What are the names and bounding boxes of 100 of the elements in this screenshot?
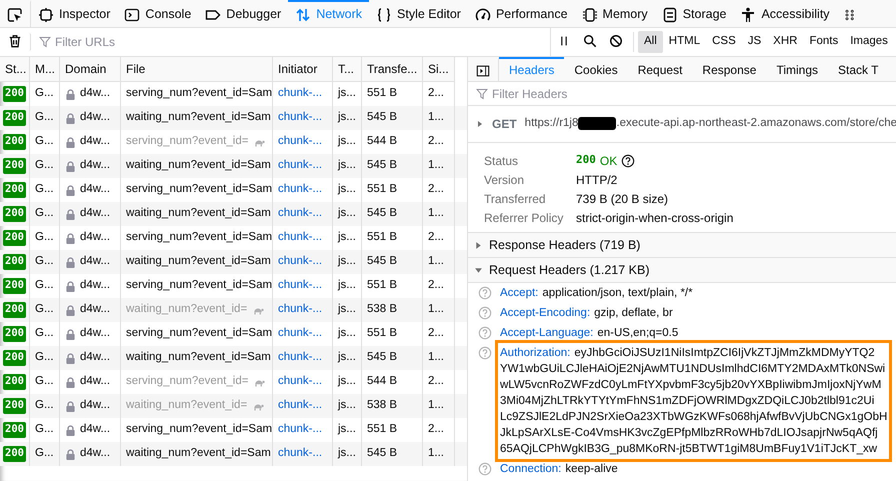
type-filter-button[interactable]: All — [638, 31, 663, 53]
detail-tab[interactable]: Cookies — [564, 57, 628, 81]
header-value: keep-alive — [565, 463, 618, 475]
summary-label: Transferred — [484, 190, 547, 208]
column-header[interactable]: Domain — [60, 57, 121, 82]
table-cell: 545 B — [362, 106, 423, 130]
table-cell: 1... — [423, 442, 455, 466]
table-cell: 1... — [423, 202, 455, 226]
toolbox-tab[interactable]: Inspector — [31, 0, 118, 27]
column-header[interactable]: Si... — [423, 57, 455, 82]
status-text: OK — [600, 152, 618, 170]
column-header[interactable]: File — [121, 57, 273, 82]
summary-value: HTTP/2 — [576, 172, 618, 188]
header-name: Authorization: — [500, 347, 570, 359]
help-icon — [621, 154, 636, 168]
table-cell: js... — [333, 250, 362, 274]
initiator-link[interactable]: chunk-... — [278, 253, 322, 271]
type-filter-button[interactable]: XHR — [767, 31, 804, 53]
up-down-arrows-icon — [295, 6, 312, 22]
column-header[interactable]: St... — [0, 57, 30, 82]
type-filter-button[interactable]: Images — [844, 31, 894, 53]
table-cell-text: d4w... — [80, 134, 110, 150]
initiator-link[interactable]: chunk-... — [278, 181, 322, 199]
initiator-link[interactable]: chunk-... — [278, 373, 322, 391]
table-cell: 545 B — [362, 442, 423, 466]
detail-tab[interactable]: Response — [692, 57, 766, 81]
table-cell-text: d4w... — [80, 110, 110, 126]
type-filter-button[interactable]: CSS — [706, 31, 742, 53]
table-cell-text: d4w... — [80, 326, 110, 342]
initiator-link[interactable]: chunk-... — [278, 85, 322, 103]
header-value: 3Mi04MjZhLTRkYTYtYmFhNS1mZDFjOWRlMDgxZDQiLCJ0b2tlbl91c2Ui — [500, 395, 874, 407]
type-filter-button[interactable]: HTML — [662, 31, 706, 53]
lock-icon — [65, 184, 76, 196]
section-header[interactable]: Response Headers (719 B) — [468, 233, 896, 258]
table-cell: 545 B — [362, 202, 423, 226]
table-cell-text: waiting_num?event_id= — [126, 398, 248, 414]
initiator-link[interactable]: chunk-... — [278, 277, 322, 295]
table-cell: 1... — [423, 106, 455, 130]
status-code: 200 — [3, 446, 26, 462]
column-header[interactable]: M... — [30, 57, 60, 82]
summary-label: Status — [484, 152, 520, 170]
toolbox-tab[interactable]: Storage — [654, 0, 734, 27]
header-value: YW1wbGUiLCJleHAiOjE2NjAwMTU1NDUsImlhdCI6MTY2MDAxMTk0NSwi — [500, 363, 886, 375]
help-icon — [478, 346, 492, 360]
table-cell: js... — [333, 346, 362, 370]
help-icon — [478, 306, 492, 320]
lock-icon — [65, 232, 76, 244]
detail-tab[interactable]: Stack T — [828, 57, 888, 81]
detail-tab[interactable]: Timings — [766, 57, 828, 81]
initiator-link[interactable]: chunk-... — [278, 421, 322, 439]
initiator-link[interactable]: chunk-... — [278, 133, 322, 151]
initiator-link[interactable]: chunk-... — [278, 229, 322, 247]
summary-value: 739 B (20 B size) — [576, 190, 668, 208]
console-icon — [124, 6, 140, 22]
toolbox-tab[interactable]: Memory — [574, 0, 655, 27]
toolbox-tab[interactable]: Console — [117, 0, 198, 27]
type-filter-button[interactable]: JS — [742, 31, 768, 53]
initiator-link[interactable]: chunk-... — [278, 445, 322, 463]
table-cell: 1... — [423, 394, 455, 418]
table-cell-text: d4w... — [80, 206, 110, 222]
table-cell: 1... — [423, 346, 455, 370]
header-value: gzip, deflate, br — [594, 307, 673, 319]
summary-label: Version — [484, 172, 526, 188]
initiator-link[interactable]: chunk-... — [278, 301, 322, 319]
table-cell: G... — [30, 202, 60, 226]
toolbox-tab[interactable]: Performance — [468, 0, 575, 27]
table-cell: G... — [30, 394, 60, 418]
table-cell-text: serving_num?event_id=Sam — [126, 326, 272, 342]
table-cell-text: d4w... — [80, 254, 110, 270]
column-header[interactable]: Transfe... — [362, 57, 423, 82]
initiator-link[interactable]: chunk-... — [278, 157, 322, 175]
status-code: 200 — [3, 326, 26, 342]
table-cell: 545 B — [362, 346, 423, 370]
status-code: 200 — [3, 86, 26, 102]
panel-toggle-icon — [476, 64, 490, 78]
header-value: 65AQjLCPhWgkIB3G_pu8MKoRN-jt5BTWT1giM8UmBFuy1V1iTJcKT_xw — [500, 443, 878, 455]
toolbox-tab[interactable]: Accessibility — [733, 0, 837, 27]
detail-tab[interactable]: Request — [628, 57, 692, 81]
table-cell-text: serving_num?event_id=Sam — [126, 422, 272, 438]
toolbox-tab[interactable]: Debugger — [198, 0, 288, 27]
initiator-link[interactable]: chunk-... — [278, 109, 322, 127]
help-icon — [478, 286, 492, 300]
section-header[interactable]: Request Headers (1.217 KB) — [468, 258, 896, 283]
table-cell: js... — [333, 154, 362, 178]
toolbox-tab[interactable]: Style Editor — [369, 0, 468, 27]
initiator-link[interactable]: chunk-... — [278, 397, 322, 415]
column-header[interactable]: Initiator — [273, 57, 333, 82]
table-cell: 1... — [423, 250, 455, 274]
status-code: 200 — [3, 302, 26, 318]
initiator-link[interactable]: chunk-... — [278, 325, 322, 343]
initiator-link[interactable]: chunk-... — [278, 349, 322, 367]
table-cell: G... — [30, 106, 60, 130]
lock-icon — [65, 448, 76, 460]
header-value: Lc9ZSJlE2LdPJN2SrXieOa23XTbWGzKWFs068hjAfwfBvVjUbCNGx1gObH — [500, 411, 888, 423]
column-header[interactable]: T... — [333, 57, 362, 82]
picker-icon — [7, 6, 23, 22]
header-value: application/json, text/plain, */* — [542, 287, 693, 299]
type-filter-button[interactable]: Fonts — [803, 31, 844, 53]
table-cell-text: serving_num?event_id=Sam — [126, 230, 272, 246]
initiator-link[interactable]: chunk-... — [278, 205, 322, 223]
